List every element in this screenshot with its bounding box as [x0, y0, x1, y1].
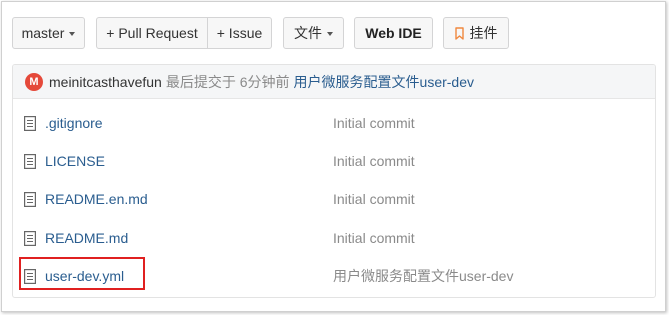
file-icon [24, 115, 36, 131]
files-menu-button[interactable]: 文件 [283, 17, 344, 49]
file-icon [24, 268, 36, 284]
avatar[interactable]: M [25, 72, 43, 91]
latest-commit-bar: M meinitcasthavefun 最后提交于 6分钟前 用户微服务配置文件… [13, 65, 655, 99]
file-commit-message[interactable]: Initial commit [333, 230, 415, 246]
file-row[interactable]: LICENSE Initial commit [13, 142, 655, 180]
file-name-link[interactable]: .gitignore [45, 115, 103, 131]
webide-button[interactable]: Web IDE [354, 17, 433, 49]
chevron-down-icon [327, 31, 333, 36]
repo-toolbar: master + Pull Request + Issue 文件 Web IDE… [12, 16, 509, 50]
file-name-link[interactable]: user-dev.yml [45, 268, 124, 284]
branch-select[interactable]: master [12, 17, 85, 49]
create-button-group: + Pull Request + Issue [96, 17, 272, 49]
file-icon [24, 230, 36, 246]
bookmark-label: 挂件 [469, 25, 498, 41]
file-name-link[interactable]: README.md [45, 230, 128, 246]
webide-label: Web IDE [365, 25, 422, 41]
bookmark-button[interactable]: 挂件 [443, 17, 509, 49]
file-row[interactable]: README.md Initial commit [13, 219, 655, 257]
branch-label: master [21, 25, 65, 41]
issue-button[interactable]: + Issue [208, 17, 272, 49]
commit-author[interactable]: meinitcasthavefun [49, 74, 162, 90]
file-commit-message[interactable]: 用户微服务配置文件user-dev [333, 266, 513, 286]
issue-label: + Issue [216, 25, 263, 41]
file-commit-message[interactable]: Initial commit [333, 115, 415, 131]
file-icon [24, 153, 36, 169]
commit-time: 最后提交于 6分钟前 [165, 73, 290, 90]
chevron-down-icon [69, 31, 76, 36]
file-list-panel: M meinitcasthavefun 最后提交于 6分钟前 用户微服务配置文件… [12, 64, 656, 298]
file-commit-message[interactable]: Initial commit [333, 191, 415, 207]
commit-message-link[interactable]: 用户微服务配置文件user-dev [294, 72, 474, 92]
file-commit-message[interactable]: Initial commit [333, 153, 415, 169]
files-label: 文件 [294, 25, 322, 41]
file-name-link[interactable]: LICENSE [45, 153, 105, 169]
bookmark-icon [454, 26, 464, 40]
file-name-link[interactable]: README.en.md [45, 191, 148, 207]
file-row[interactable]: .gitignore Initial commit [13, 104, 655, 142]
file-row[interactable]: user-dev.yml 用户微服务配置文件user-dev [13, 257, 655, 295]
pull-request-label: + Pull Request [106, 25, 198, 41]
file-icon [24, 191, 36, 207]
pull-request-button[interactable]: + Pull Request [96, 17, 208, 49]
file-row[interactable]: README.en.md Initial commit [13, 180, 655, 218]
